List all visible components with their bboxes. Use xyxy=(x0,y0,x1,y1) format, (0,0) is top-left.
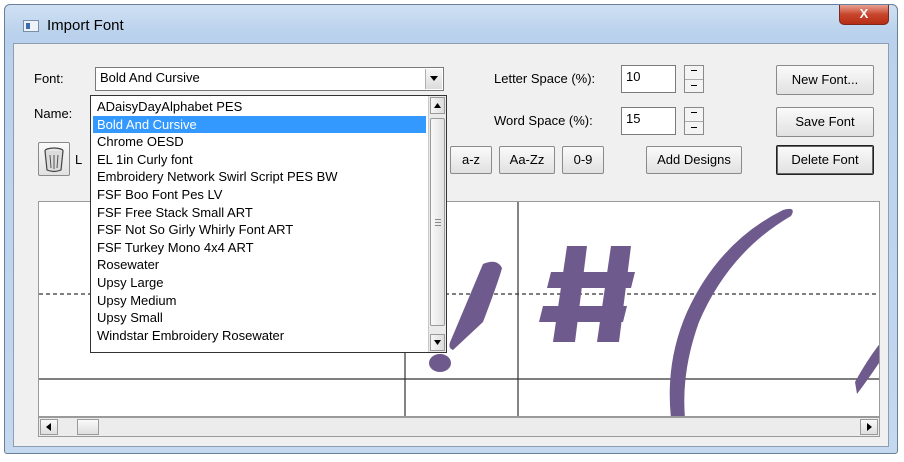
mixed-case-button[interactable]: Aa-Zz xyxy=(499,146,555,174)
close-button[interactable]: X xyxy=(839,5,889,25)
font-label: Font: xyxy=(34,71,64,86)
add-designs-button[interactable]: Add Designs xyxy=(646,146,742,174)
chevron-left-icon xyxy=(46,423,51,431)
font-select[interactable]: Bold And Cursive xyxy=(95,67,444,91)
font-list-item[interactable]: Bold And Cursive xyxy=(93,115,426,133)
scroll-right-button[interactable] xyxy=(860,419,878,435)
scroll-left-button[interactable] xyxy=(40,419,58,435)
scroll-up-button[interactable] xyxy=(430,97,445,114)
dropdown-scroll-thumb[interactable] xyxy=(430,118,445,326)
font-list-item[interactable]: FSF Free Stack Small ART xyxy=(93,204,426,221)
import-font-window: Import Font X Font: Bold And Cursive Nam… xyxy=(4,4,898,454)
letter-space-label: Letter Space (%): xyxy=(494,71,596,86)
delete-design-button[interactable] xyxy=(38,142,70,176)
chevron-up-icon xyxy=(434,103,441,108)
font-list-item[interactable]: Embroidery Network Swirl Script PES BW xyxy=(93,168,426,185)
new-font-button[interactable]: New Font... xyxy=(776,65,874,95)
title-bar: Import Font X xyxy=(5,5,897,43)
chevron-down-icon xyxy=(434,340,441,345)
font-select-value: Bold And Cursive xyxy=(100,70,200,85)
delete-font-button[interactable]: Delete Font xyxy=(776,145,874,175)
font-list-item[interactable]: FSF Turkey Mono 4x4 ART xyxy=(93,239,426,256)
lowercase-button[interactable]: a-z xyxy=(450,146,492,174)
font-list-item[interactable]: Upsy Small xyxy=(93,309,426,326)
chevron-down-icon[interactable] xyxy=(425,69,442,89)
font-list-item[interactable]: FSF Not So Girly Whirly Font ART xyxy=(93,221,426,238)
font-list-item[interactable]: Windstar Embroidery Rosewater xyxy=(93,327,426,344)
font-list-item[interactable]: Upsy Medium xyxy=(93,292,426,309)
hidden-label-fragment: L xyxy=(75,152,83,167)
scroll-down-button[interactable] xyxy=(430,334,445,351)
horizontal-scroll-thumb[interactable] xyxy=(77,419,99,435)
font-list-item[interactable]: Chrome OESD xyxy=(93,133,426,150)
dropdown-scrollbar[interactable] xyxy=(428,96,446,352)
word-space-input[interactable]: 15 xyxy=(621,107,676,135)
letter-space-value: 10 xyxy=(626,69,641,84)
spin-up-icon[interactable] xyxy=(685,108,703,122)
spin-down-icon[interactable] xyxy=(685,121,703,134)
chevron-right-icon xyxy=(867,423,872,431)
name-label: Name: xyxy=(34,106,73,121)
word-space-label: Word Space (%): xyxy=(494,113,593,128)
trash-icon xyxy=(44,147,64,173)
letter-space-input[interactable]: 10 xyxy=(621,65,676,93)
word-space-value: 15 xyxy=(626,111,641,126)
window-icon xyxy=(23,20,39,32)
save-font-button[interactable]: Save Font xyxy=(776,107,874,137)
spin-down-icon[interactable] xyxy=(685,79,703,92)
font-list-item[interactable]: ADaisyDayAlphabet PES xyxy=(93,98,426,115)
font-list-item[interactable]: Upsy Large xyxy=(93,274,426,291)
font-dropdown-list[interactable]: ADaisyDayAlphabet PES Bold And Cursive Chr… xyxy=(90,95,447,353)
digits-button[interactable]: 0-9 xyxy=(562,146,604,174)
horizontal-scrollbar[interactable] xyxy=(38,417,880,437)
word-space-spinner[interactable] xyxy=(684,107,704,135)
font-list-item[interactable]: FSF Boo Font Pes LV xyxy=(93,186,426,203)
font-list-item[interactable]: EL 1in Curly font xyxy=(93,151,426,168)
letter-space-spinner[interactable] xyxy=(684,65,704,93)
font-list-item[interactable]: Rosewater xyxy=(93,256,426,273)
parenthesis-glyph xyxy=(669,208,879,416)
spin-up-icon[interactable] xyxy=(685,66,703,80)
window-title: Import Font xyxy=(47,17,124,34)
